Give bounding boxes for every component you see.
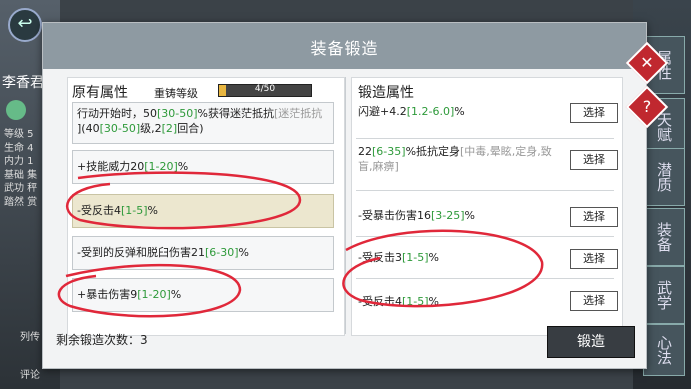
annotation-overlay xyxy=(57,171,544,318)
annotation-circle-right xyxy=(342,229,544,308)
annotation-circle-left-top xyxy=(65,171,302,230)
annotation-circle-left-bottom xyxy=(57,263,242,318)
